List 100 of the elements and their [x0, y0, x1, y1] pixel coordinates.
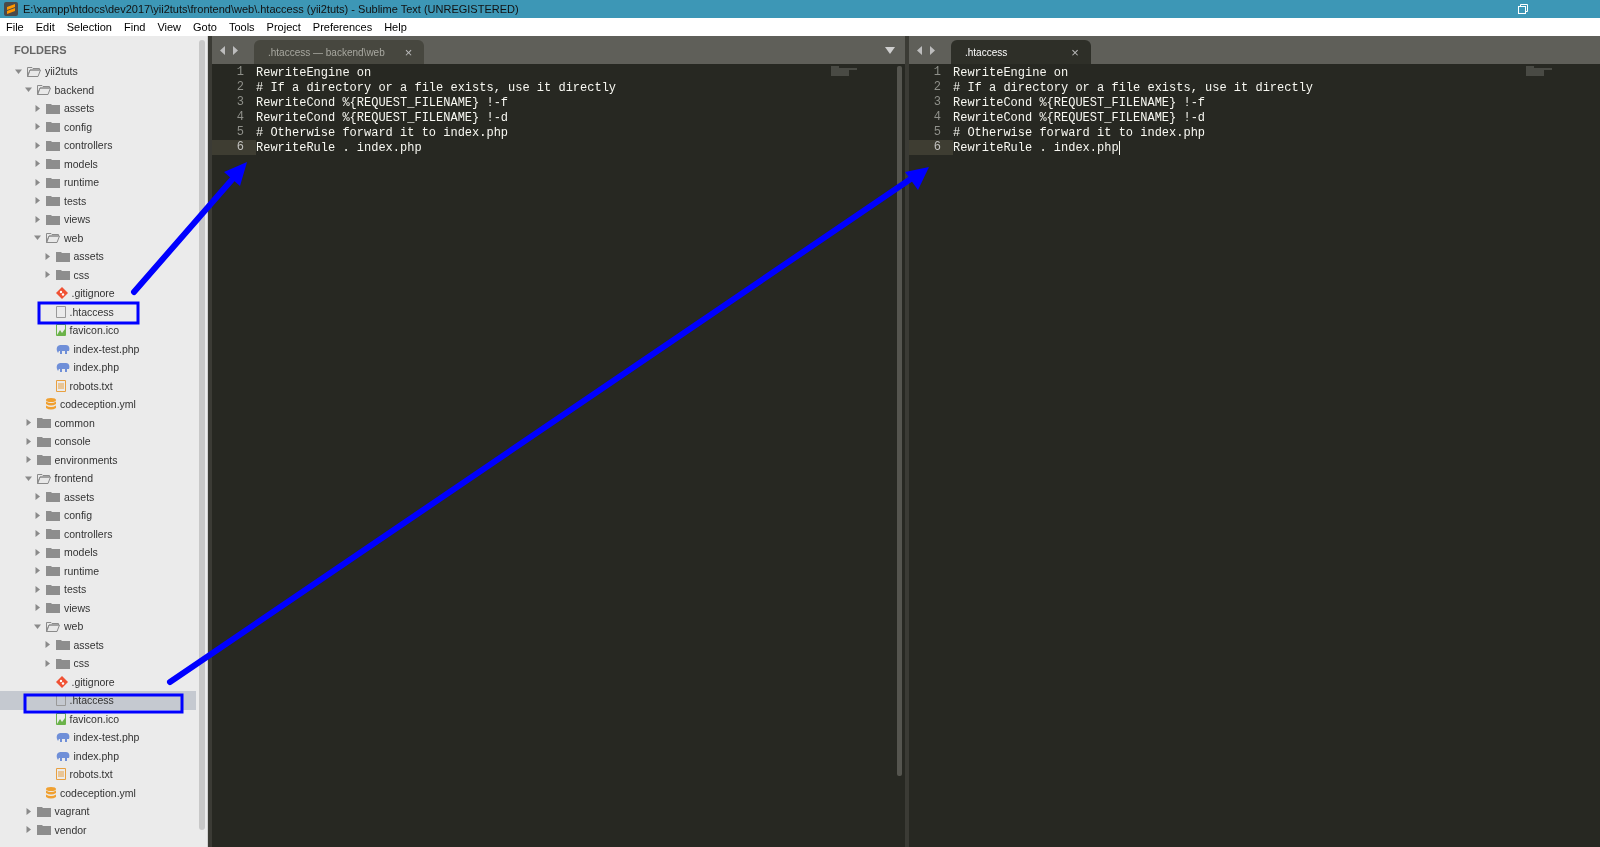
tree-item[interactable]: tests: [0, 191, 196, 210]
tree-item[interactable]: assets: [0, 99, 196, 118]
tree-item-label: environments: [54, 453, 118, 466]
tree-item[interactable]: assets: [0, 635, 196, 654]
tree-item[interactable]: index-test.php: [0, 728, 196, 747]
menu-item[interactable]: Edit: [35, 21, 55, 33]
tree-item[interactable]: favicon.ico: [0, 709, 196, 728]
disclosure-arrow-icon[interactable]: [34, 178, 41, 186]
tree-item[interactable]: common: [0, 413, 196, 432]
disclosure-arrow-icon[interactable]: [24, 419, 32, 427]
tree-item[interactable]: environments: [0, 450, 196, 469]
restore-window-icon[interactable]: [1518, 4, 1528, 14]
line-number: 4: [235, 110, 245, 125]
sidebar-heading: FOLDERS: [13, 44, 68, 58]
disclosure-arrow-icon[interactable]: [34, 141, 41, 149]
tree-item[interactable]: assets: [0, 247, 196, 266]
disclosure-arrow-icon[interactable]: [43, 659, 51, 667]
tree-item[interactable]: yii2tuts: [0, 62, 196, 81]
menu-item[interactable]: Project: [266, 21, 301, 33]
disclosure-arrow-icon[interactable]: [24, 86, 32, 94]
disclosure-arrow-icon[interactable]: [34, 160, 41, 168]
tree-item[interactable]: config: [0, 117, 196, 136]
editor-scrollbar[interactable]: [897, 66, 902, 776]
tree-item[interactable]: models: [0, 543, 196, 562]
disclosure-arrow-icon[interactable]: [34, 567, 41, 575]
menu-item[interactable]: Tools: [228, 21, 255, 33]
tree-item[interactable]: web: [0, 228, 196, 247]
disclosure-arrow-icon[interactable]: [34, 530, 41, 538]
disclosure-arrow-icon[interactable]: [34, 123, 41, 131]
tree-item[interactable]: controllers: [0, 524, 196, 543]
disclosure-arrow-icon[interactable]: [24, 474, 32, 482]
line-number: 6: [909, 140, 953, 155]
tree-item[interactable]: backend: [0, 80, 196, 99]
tree-item[interactable]: index-test.php: [0, 339, 196, 358]
disclosure-arrow-icon[interactable]: [24, 826, 32, 834]
tab-navigation-arrows-icon[interactable]: [917, 45, 935, 55]
menu-item[interactable]: Preferences: [312, 21, 373, 33]
tree-item[interactable]: css: [0, 654, 196, 673]
tree-item[interactable]: favicon.ico: [0, 321, 196, 340]
disclosure-arrow-icon[interactable]: [34, 604, 41, 612]
disclosure-arrow-icon[interactable]: [43, 271, 51, 279]
tree-item[interactable]: vendor: [0, 820, 196, 839]
disclosure-arrow-icon[interactable]: [34, 234, 41, 242]
disclosure-arrow-icon[interactable]: [34, 548, 41, 556]
tree-item[interactable]: assets: [0, 487, 196, 506]
tab-navigation-arrows-icon[interactable]: [220, 45, 238, 55]
tree-item[interactable]: models: [0, 154, 196, 173]
disclosure-arrow-icon[interactable]: [43, 252, 51, 260]
disclosure-arrow-icon[interactable]: [24, 807, 32, 815]
disclosure-arrow-icon[interactable]: [34, 215, 41, 223]
tree-item[interactable]: robots.txt: [0, 765, 196, 784]
tree-item-label: css: [73, 268, 90, 281]
disclosure-arrow-icon[interactable]: [34, 622, 41, 630]
disclosure-arrow-icon[interactable]: [34, 197, 41, 205]
menu-item[interactable]: Selection: [66, 21, 112, 33]
tree-item-label: backend: [54, 83, 95, 96]
disclosure-arrow-icon[interactable]: [34, 585, 41, 593]
tree-item[interactable]: css: [0, 265, 196, 284]
editor-tab[interactable]: .htaccess ×: [951, 40, 1091, 64]
tree-item[interactable]: index.php: [0, 746, 196, 765]
tree-item[interactable]: config: [0, 506, 196, 525]
disclosure-arrow-icon[interactable]: [43, 641, 51, 649]
tree-item[interactable]: .gitignore: [0, 284, 196, 303]
tree-item[interactable]: web: [0, 617, 196, 636]
tree-item[interactable]: index.php: [0, 358, 196, 377]
tree-item[interactable]: codeception.yml: [0, 783, 196, 802]
tree-item[interactable]: vagrant: [0, 802, 196, 821]
tree-item[interactable]: codeception.yml: [0, 395, 196, 414]
tree-item[interactable]: tests: [0, 580, 196, 599]
disclosure-arrow-icon[interactable]: [24, 437, 32, 445]
disclosure-arrow-icon[interactable]: [34, 104, 41, 112]
menu-item[interactable]: Find: [123, 21, 146, 33]
code-line: RewriteEngine on: [953, 65, 1069, 80]
disclosure-arrow-icon[interactable]: [15, 67, 22, 75]
tree-item[interactable]: controllers: [0, 136, 196, 155]
disclosure-arrow-icon[interactable]: [24, 456, 32, 464]
editor-tab[interactable]: .htaccess — backend\web ×: [254, 40, 425, 64]
dropdown-caret-icon[interactable]: [885, 46, 895, 54]
tree-item[interactable]: views: [0, 210, 196, 229]
tree-item[interactable]: robots.txt: [0, 376, 196, 395]
folder-icon: [36, 805, 51, 817]
tree-item[interactable]: .gitignore: [0, 672, 196, 691]
line-number: 2: [235, 80, 245, 95]
tree-item-label: vagrant: [54, 805, 90, 818]
tree-item[interactable]: runtime: [0, 561, 196, 580]
tree-item[interactable]: views: [0, 598, 196, 617]
tree-item-label: assets: [64, 490, 95, 503]
tree-item[interactable]: frontend: [0, 469, 196, 488]
menu-item[interactable]: File: [6, 21, 24, 33]
tree-item[interactable]: runtime: [0, 173, 196, 192]
menu-item[interactable]: Goto: [193, 21, 217, 33]
tree-item[interactable]: console: [0, 432, 196, 451]
tree-item-label: controllers: [64, 139, 113, 152]
tree-item[interactable]: .htaccess: [0, 302, 196, 321]
menu-item[interactable]: View: [157, 21, 182, 33]
disclosure-arrow-icon[interactable]: [34, 511, 41, 519]
disclosure-arrow-icon[interactable]: [34, 493, 41, 501]
diamond-icon: [55, 675, 68, 688]
menu-item[interactable]: Help: [384, 21, 407, 33]
sidebar-scrollbar[interactable]: [199, 40, 205, 830]
